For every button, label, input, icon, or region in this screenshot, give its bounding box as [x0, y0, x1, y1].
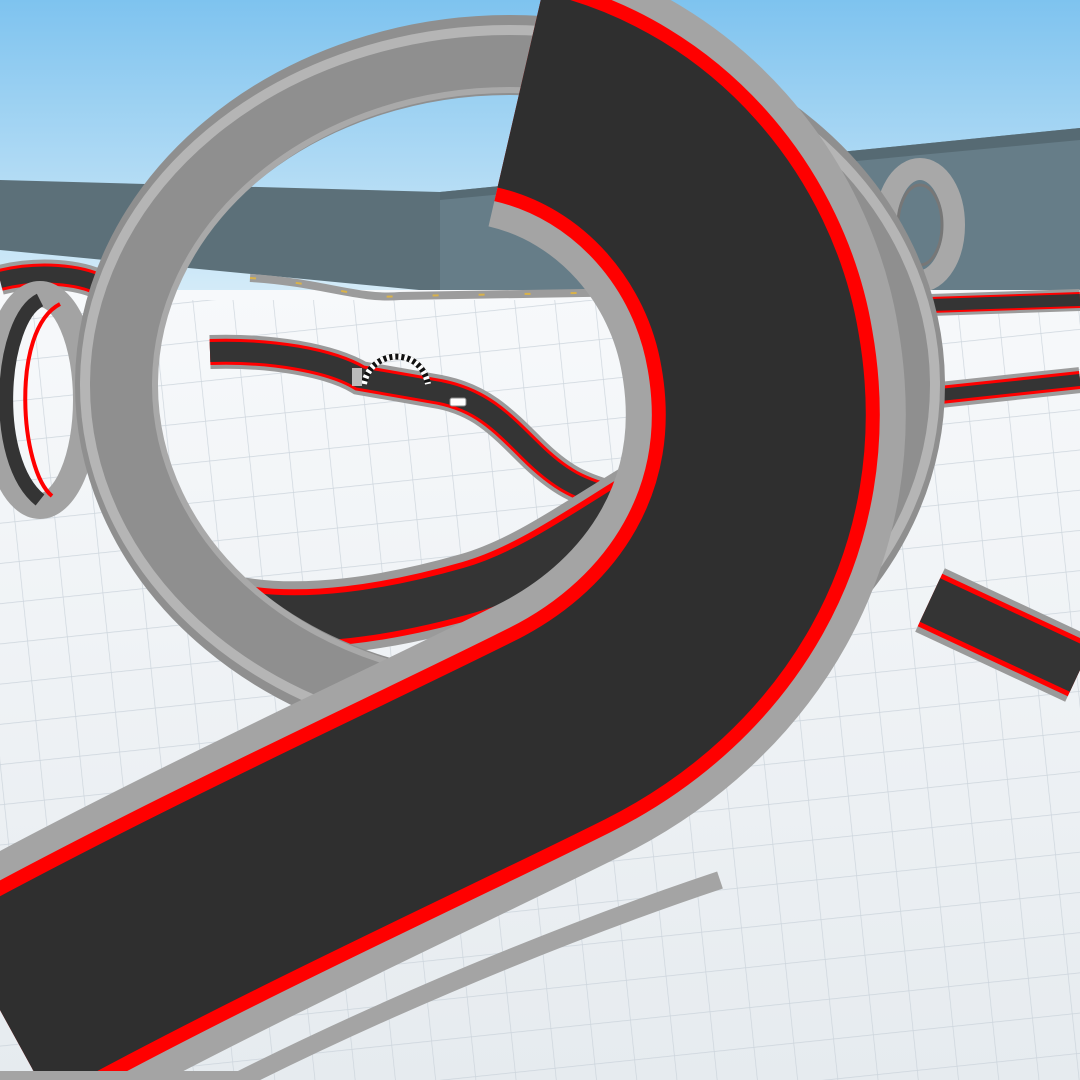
scene-canvas — [0, 0, 1080, 1080]
game-viewport[interactable] — [0, 0, 1080, 1080]
player-car — [449, 397, 467, 407]
